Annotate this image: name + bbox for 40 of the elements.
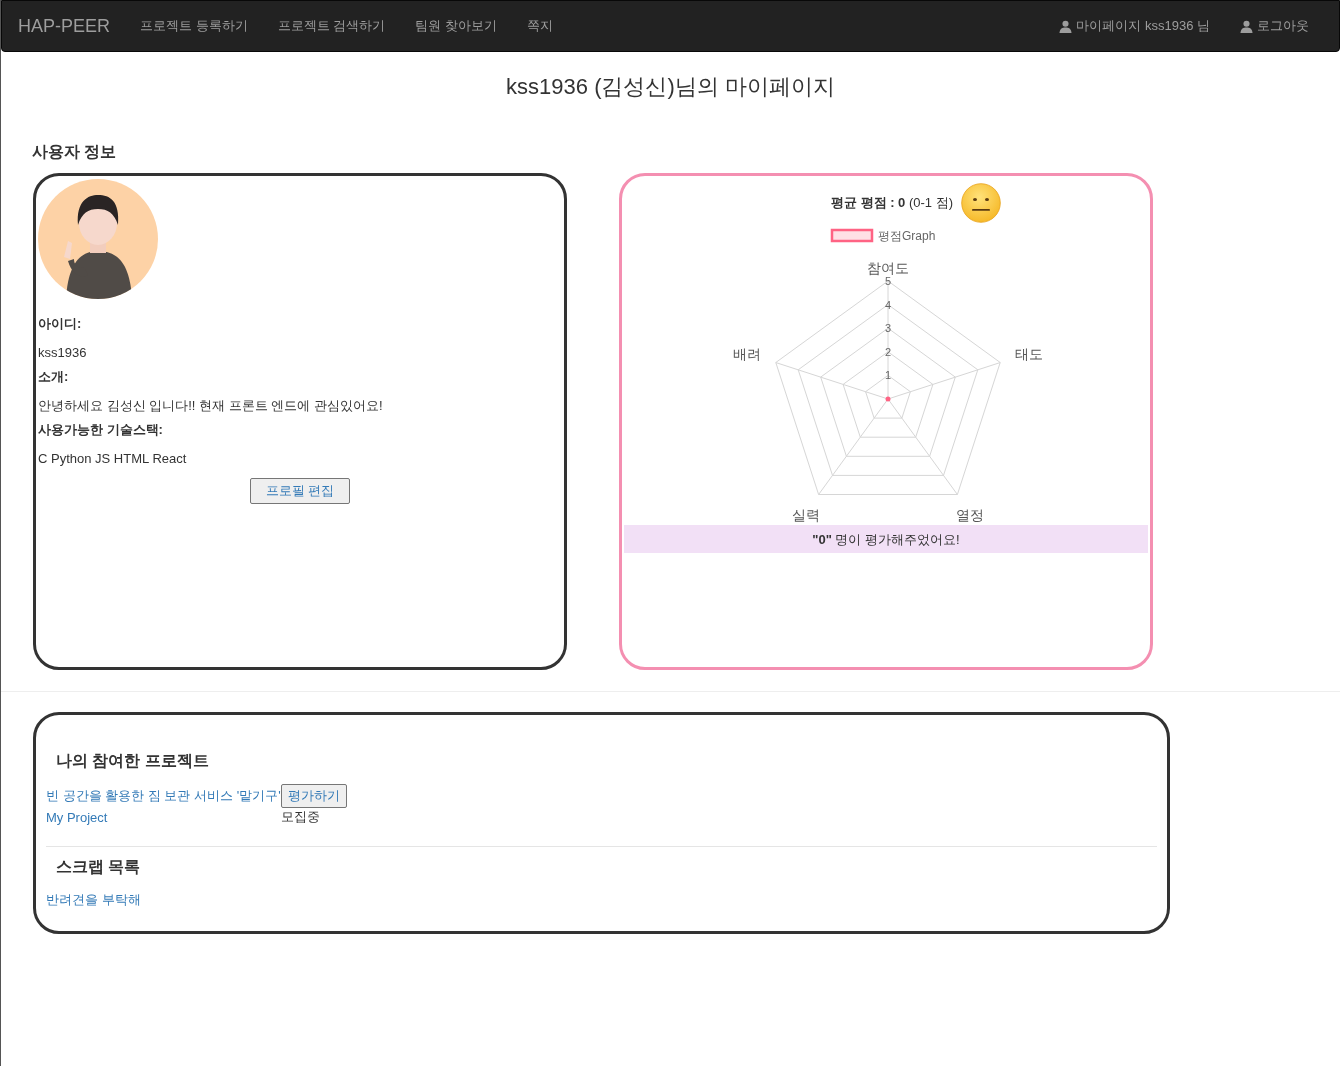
section-heading: 사용자 정보 (32, 142, 118, 162)
scale-label: 2 (884, 345, 892, 358)
edit-profile-button[interactable]: 프로필 편집 (250, 478, 350, 504)
nav-link[interactable]: 쪽지 (526, 17, 553, 35)
legend-label[interactable]: 평점Graph (878, 229, 936, 243)
axis-label: 배려 (732, 345, 761, 362)
nav-link[interactable]: 프로젝트 검색하기 (277, 17, 386, 35)
field-value: C Python JS HTML React (38, 450, 188, 468)
field-label: 사용가능한 기술스택: (38, 421, 164, 439)
evaluate-button[interactable]: 평가하기 (280, 784, 347, 808)
scale-label: 3 (884, 322, 892, 335)
nav-link[interactable]: 로그아웃 (1240, 17, 1309, 35)
axis-label: 열정 (956, 507, 985, 524)
axis-label: 참여도 (867, 260, 909, 276)
project-link[interactable]: 빈 공간을 활용한 짐 보관 서비스 '맡기구' (46, 787, 281, 805)
user-icon (1240, 19, 1253, 33)
section-heading: 나의 참여한 프로젝트 (56, 751, 210, 771)
rating-count: "0" 명이 평가해주었어요! (624, 525, 1148, 553)
page-title: kss1936 (김성신)님의 마이페이지 (505, 73, 836, 101)
brand-logo[interactable]: HAP-PEER (18, 15, 111, 37)
nav-link[interactable]: 마이페이지 kss1936 님 (1059, 17, 1210, 35)
scale-label: 5 (884, 275, 892, 287)
nav-link[interactable]: 프로젝트 등록하기 (140, 17, 248, 35)
field-value: 안녕하세요 김성신 입니다!! 현재 프론트 엔드에 관심있어요! (38, 397, 384, 415)
legend-swatch-icon[interactable] (830, 228, 874, 243)
section-heading: 스크랩 목록 (56, 857, 142, 877)
user-icon (1059, 19, 1073, 33)
project-link[interactable]: My Project (46, 809, 281, 825)
scrap-link[interactable]: 반려견을 부탁해 (46, 892, 141, 907)
scale-label: 1 (884, 369, 892, 382)
field-label: 아이디: (38, 315, 83, 333)
scale-label: 4 (884, 298, 892, 311)
axis-label: 실력 (791, 507, 820, 524)
neutral-face-icon (961, 183, 1002, 223)
field-label: 소개: (38, 368, 70, 386)
axis-label: 태도 (1015, 345, 1044, 362)
project-status: 모집중 (280, 808, 321, 826)
nav-link[interactable]: 팀원 찾아보기 (415, 17, 497, 35)
average-rating: 평균 평점 : 0 (0-1 점) (830, 194, 954, 212)
field-value: kss1936 (38, 344, 88, 362)
